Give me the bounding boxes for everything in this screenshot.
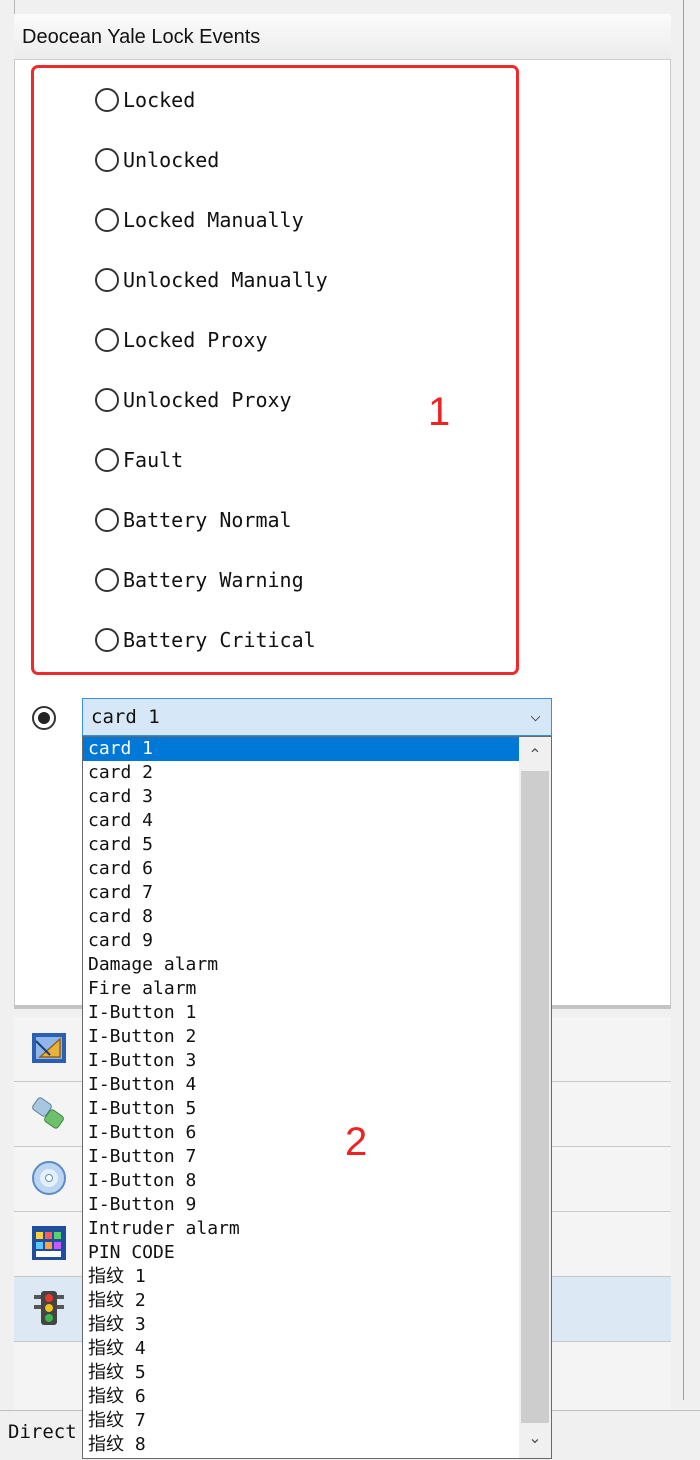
dropdown-option[interactable]: card 5 — [83, 833, 519, 857]
disc-icon — [32, 1161, 66, 1195]
dropdown-option[interactable]: 指纹 8 — [83, 1433, 519, 1457]
event-radio-label: Locked — [123, 88, 196, 112]
dropdown-option[interactable]: I-Button 3 — [83, 1049, 519, 1073]
dropdown-option[interactable]: I-Button 8 — [83, 1169, 519, 1193]
design-tool-icon — [32, 1033, 66, 1063]
scroll-thumb[interactable] — [521, 771, 549, 1423]
card-radio-row[interactable] — [32, 703, 60, 733]
event-radio-row[interactable]: Unlocked Proxy — [95, 385, 292, 415]
dropdown-option[interactable]: I-Button 4 — [83, 1073, 519, 1097]
event-radio[interactable] — [95, 88, 119, 112]
annotation-label-2: 2 — [345, 1120, 368, 1164]
dropdown-option[interactable]: card 6 — [83, 857, 519, 881]
dropdown-option[interactable]: 指纹 7 — [83, 1409, 519, 1433]
dropdown-option[interactable]: card 1 — [83, 737, 519, 761]
event-radio-row[interactable]: Locked Manually — [95, 205, 304, 235]
panel-header: Deocean Yale Lock Events — [14, 14, 671, 60]
event-radio-row[interactable]: Battery Normal — [95, 505, 292, 535]
plug-icon — [32, 1097, 64, 1129]
event-radio-row[interactable]: Battery Critical — [95, 625, 316, 655]
event-radio-row[interactable]: Fault — [95, 445, 183, 475]
event-radio-label: Unlocked Manually — [123, 268, 328, 292]
left-border — [0, 0, 15, 1410]
event-radio[interactable] — [95, 568, 119, 592]
event-radio-row[interactable]: Battery Warning — [95, 565, 304, 595]
dropdown-option[interactable]: Damage alarm — [83, 953, 519, 977]
dropdown-option[interactable]: card 9 — [83, 929, 519, 953]
dropdown-option[interactable]: 指纹 2 — [83, 1289, 519, 1313]
event-radio-row[interactable]: Locked Proxy — [95, 325, 268, 355]
event-radio[interactable] — [95, 328, 119, 352]
status-text: Direct — [8, 1421, 77, 1443]
dropdown-option[interactable]: card 4 — [83, 809, 519, 833]
dropdown-option[interactable]: card 3 — [83, 785, 519, 809]
dropdown-scrollbar[interactable]: ⌃ ⌄ — [519, 737, 551, 1458]
dropdown-option[interactable]: PIN CODE — [83, 1241, 519, 1265]
panel-title: Deocean Yale Lock Events — [22, 26, 261, 48]
dropdown-option[interactable]: I-Button 1 — [83, 1001, 519, 1025]
dropdown-option[interactable]: I-Button 9 — [83, 1193, 519, 1217]
card-select-value: card 1 — [91, 706, 160, 728]
dropdown-option[interactable]: I-Button 5 — [83, 1097, 519, 1121]
event-radio-label: Battery Warning — [123, 568, 304, 592]
dropdown-option[interactable]: I-Button 2 — [83, 1025, 519, 1049]
card-radio[interactable] — [32, 706, 56, 730]
event-radio-label: Battery Normal — [123, 508, 292, 532]
dropdown-option[interactable]: 指纹 5 — [83, 1361, 519, 1385]
dropdown-option[interactable]: Fire alarm — [83, 977, 519, 1001]
right-splitter[interactable] — [671, 0, 700, 1459]
card-dropdown-list[interactable]: card 1 card 2 card 3 card 4 card 5 card 6 card… — [82, 736, 552, 1459]
scroll-down-icon[interactable]: ⌄ — [519, 1424, 551, 1454]
event-radio[interactable] — [95, 208, 119, 232]
card-select[interactable]: card 1 ⌵ — [82, 698, 552, 736]
color-palette-icon — [32, 1226, 66, 1260]
dropdown-option[interactable]: I-Button 7 — [83, 1145, 519, 1169]
dropdown-option[interactable]: Intruder alarm — [83, 1217, 519, 1241]
event-radio-label: Unlocked — [123, 148, 220, 172]
dropdown-option[interactable]: card 7 — [83, 881, 519, 905]
event-radio[interactable] — [95, 628, 119, 652]
annotation-label-1: 1 — [428, 390, 451, 434]
event-radio[interactable] — [95, 268, 119, 292]
dropdown-option[interactable]: 指纹 1 — [83, 1265, 519, 1289]
dropdown-options: card 1 card 2 card 3 card 4 card 5 card 6 card… — [83, 737, 519, 1457]
event-radio-label: Fault — [123, 448, 184, 472]
traffic-light-icon — [34, 1291, 64, 1325]
event-radio[interactable] — [95, 148, 119, 172]
event-radio[interactable] — [95, 508, 119, 532]
dropdown-option[interactable]: 指纹 3 — [83, 1313, 519, 1337]
event-radio[interactable] — [95, 448, 119, 472]
event-radio-label: Battery Critical — [123, 628, 316, 652]
event-radio-row[interactable]: Unlocked — [95, 145, 219, 175]
dropdown-option[interactable]: 指纹 4 — [83, 1337, 519, 1361]
event-radio-label: Unlocked Proxy — [123, 388, 292, 412]
dropdown-option[interactable]: 指纹 6 — [83, 1385, 519, 1409]
scroll-up-icon[interactable]: ⌃ — [519, 741, 551, 771]
event-radio-label: Locked Manually — [123, 208, 304, 232]
event-radio-row[interactable]: Locked — [95, 85, 195, 115]
event-radio-row[interactable]: Unlocked Manually — [95, 265, 328, 295]
dropdown-option[interactable]: I-Button 6 — [83, 1121, 519, 1145]
event-radio[interactable] — [95, 388, 119, 412]
event-radio-label: Locked Proxy — [123, 328, 268, 352]
chevron-down-icon[interactable]: ⌵ — [530, 705, 541, 726]
dropdown-option[interactable]: card 8 — [83, 905, 519, 929]
dropdown-option[interactable]: card 2 — [83, 761, 519, 785]
app-window: Deocean Yale Lock Events Locked Unlocked L… — [0, 0, 700, 1460]
